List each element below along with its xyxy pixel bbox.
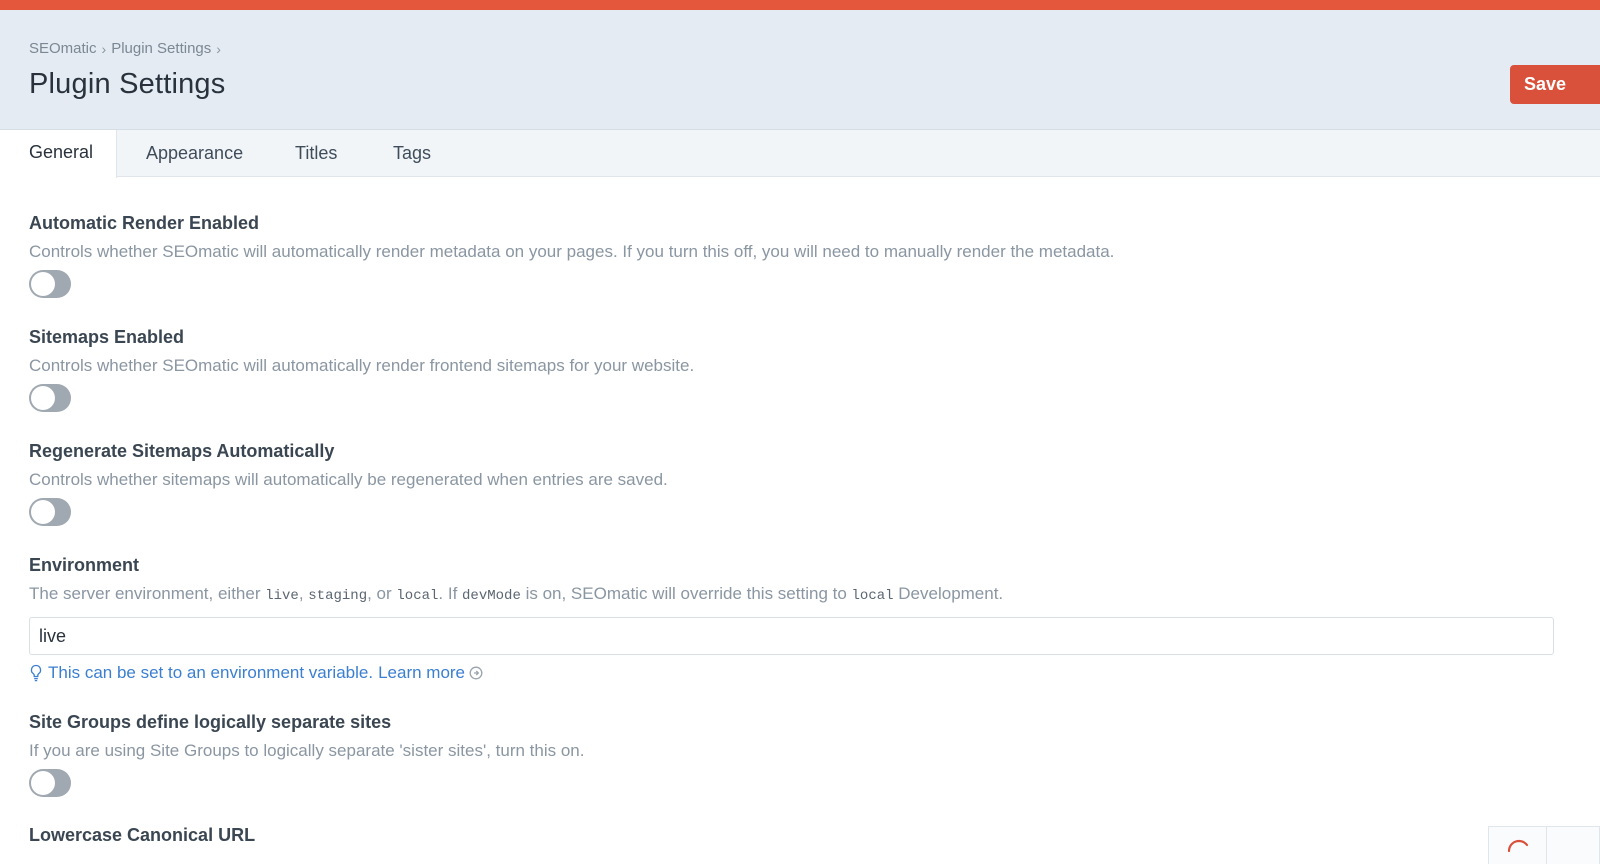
automatic-render-toggle[interactable]: [29, 270, 71, 298]
field-description: Controls whether SEOmatic will automatic…: [29, 356, 695, 375]
field-description: If you are using Site Groups to logicall…: [29, 741, 585, 760]
desc-text: Development.: [893, 584, 1004, 603]
field-environment: Environment The server environment, eith…: [29, 555, 1554, 683]
field-description: Controls whether SEOmatic will automatic…: [29, 242, 1115, 261]
page-title: Plugin Settings: [29, 68, 226, 100]
field-description: Controls whether sitemaps will automatic…: [29, 470, 668, 489]
field-label: Automatic Render Enabled: [29, 213, 260, 233]
settings-tabs: General Appearance Titles Tags: [0, 130, 1600, 178]
field-label: Sitemaps Enabled: [29, 327, 185, 347]
toggle-knob: [31, 386, 55, 410]
desc-code: staging: [308, 588, 368, 604]
environment-variable-hint: This can be set to an environment variab…: [29, 663, 1554, 683]
top-accent-strip: [0, 0, 1600, 10]
page-header: SEOmatic › Plugin Settings › Plugin Sett…: [0, 10, 1600, 130]
regenerate-sitemaps-toggle[interactable]: [29, 498, 71, 526]
learn-more-link[interactable]: Learn more: [378, 663, 465, 683]
desc-code: local: [396, 588, 439, 604]
hint-text: This can be set to an environment variab…: [48, 663, 374, 682]
lightbulb-icon: [30, 664, 42, 682]
field-lowercase-canonical-url: Lowercase Canonical URL: [29, 825, 1554, 846]
desc-text: , or: [367, 584, 397, 603]
breadcrumb-item-seomatic[interactable]: SEOmatic: [29, 40, 97, 57]
desc-text: The server environment, either: [29, 584, 266, 603]
desc-code: live: [265, 588, 299, 604]
widget-divider: [1546, 827, 1547, 864]
field-regenerate-sitemaps: Regenerate Sitemaps Automatically Contro…: [29, 441, 1554, 526]
field-description: The server environment, either live, sta…: [29, 583, 1554, 607]
site-groups-toggle[interactable]: [29, 769, 71, 797]
desc-text: is on, SEOmatic will override this setti…: [520, 584, 852, 603]
status-widget: [1488, 826, 1600, 864]
toggle-knob: [31, 272, 55, 296]
desc-code: local: [851, 588, 894, 604]
field-automatic-render: Automatic Render Enabled Controls whethe…: [29, 213, 1554, 298]
tab-titles[interactable]: Titles: [295, 130, 337, 177]
desc-code: devMode: [462, 588, 521, 604]
field-label: Lowercase Canonical URL: [29, 825, 256, 845]
breadcrumb-item-plugin-settings[interactable]: Plugin Settings: [111, 40, 211, 57]
save-button[interactable]: Save: [1510, 65, 1600, 104]
desc-text: . If: [438, 584, 463, 603]
toggle-knob: [31, 771, 55, 795]
toggle-knob: [31, 500, 55, 524]
breadcrumb: SEOmatic › Plugin Settings ›: [29, 40, 226, 57]
breadcrumb-separator: ›: [101, 40, 107, 57]
tab-appearance[interactable]: Appearance: [146, 130, 243, 177]
sitemaps-enabled-toggle[interactable]: [29, 384, 71, 412]
arrow-circle-icon[interactable]: [469, 666, 483, 680]
tab-tags[interactable]: Tags: [393, 130, 431, 177]
tab-general[interactable]: General: [0, 130, 117, 178]
desc-text: ,: [298, 584, 309, 603]
environment-input[interactable]: [29, 617, 1554, 655]
field-site-groups: Site Groups define logically separate si…: [29, 712, 1554, 797]
field-label: Site Groups define logically separate si…: [29, 712, 392, 732]
field-sitemaps-enabled: Sitemaps Enabled Controls whether SEOmat…: [29, 327, 1554, 412]
breadcrumb-separator: ›: [216, 40, 221, 57]
field-label: Environment: [29, 555, 140, 575]
field-label: Regenerate Sitemaps Automatically: [29, 441, 335, 461]
spinner-icon: [1507, 839, 1529, 853]
